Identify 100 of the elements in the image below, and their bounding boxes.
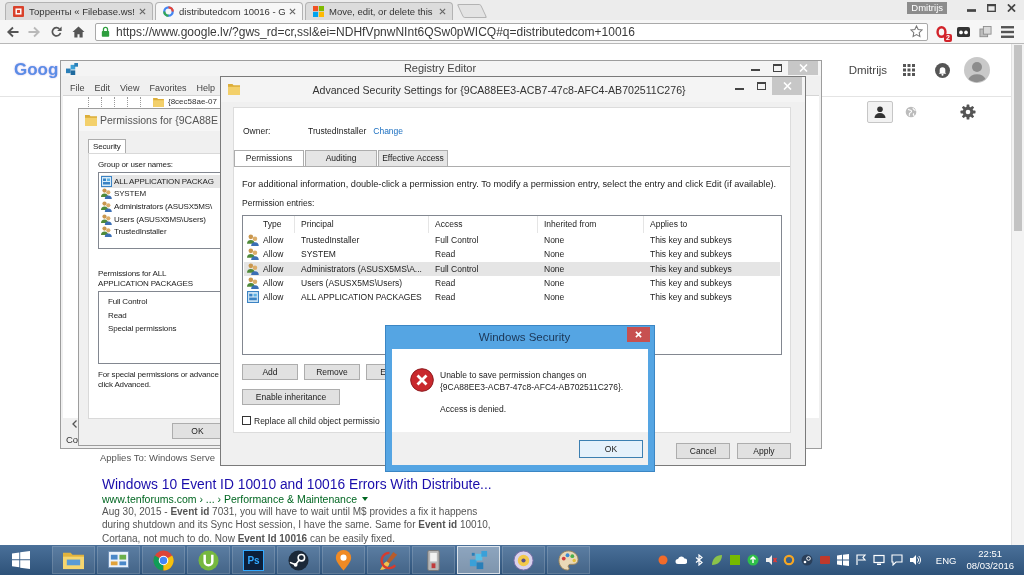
users-icon [101, 226, 112, 238]
segmented-circle-icon [153, 549, 174, 571]
column-header[interactable]: Type [243, 216, 295, 233]
avatar-placeholder[interactable] [964, 57, 990, 83]
table-row[interactable]: Allow Administrators (ASUSX5MS\A... Full Control None This key and subkeys [244, 261, 780, 276]
language-indicator[interactable]: ENG [935, 554, 957, 566]
cloud-icon[interactable] [674, 554, 687, 566]
reload-icon [50, 25, 63, 38]
windows-logo-icon [12, 551, 30, 569]
type-cell-text: Allow [263, 234, 285, 247]
maximize-icon [756, 82, 766, 90]
browser-tab[interactable]: Move, edit, or delete this [305, 2, 453, 20]
dialog-button[interactable]: E [366, 364, 388, 380]
taskbar-button[interactable] [277, 546, 320, 574]
error-icon [410, 368, 434, 392]
list-item[interactable]: Users (ASUSX5MS\Users) [101, 212, 222, 226]
menu-item[interactable]: File [70, 83, 85, 93]
access-cell-text: Full Control [434, 234, 480, 247]
star-icon[interactable] [910, 25, 923, 38]
close-icon[interactable] [439, 8, 446, 15]
upload-icon[interactable] [746, 554, 759, 566]
close-icon[interactable] [139, 8, 146, 15]
tab[interactable]: Auditing [305, 150, 377, 166]
menu-item[interactable]: Favorites [149, 83, 187, 93]
tab[interactable]: Security [88, 139, 126, 153]
users-icon [101, 188, 112, 200]
leaf-icon[interactable] [710, 554, 723, 566]
applies-cell-text: This key and subkeys [649, 262, 732, 276]
column-header[interactable]: Inherited from [538, 216, 644, 233]
taskbar-button[interactable]: Ps [232, 546, 275, 574]
tab[interactable]: Effective Access [378, 150, 448, 166]
speaker-icon[interactable] [764, 554, 777, 566]
account-name[interactable]: Dmitrijs [848, 64, 887, 76]
volume-icon[interactable] [908, 554, 921, 566]
tree-item[interactable]: {8cec58ae-07 [168, 97, 217, 107]
menu-item[interactable]: Edit [94, 83, 111, 93]
inherited-cell-text: None [543, 276, 566, 290]
ok-button[interactable]: OK [579, 439, 643, 458]
permission-name: Full Control [108, 296, 149, 308]
browser-tab[interactable]: Торренты « Filebase.ws! [5, 2, 153, 20]
menu-item[interactable]: View [120, 83, 140, 93]
clock-date[interactable]: 08/03/2016 [966, 560, 1014, 572]
dialog-button[interactable]: Apply [737, 443, 791, 459]
address-bar[interactable]: https://www.google.lv/?gws_rd=cr,ssl&ei=NDHfVpnwNInt6QSw0pWICQ#q=distributedcom+10016 [95, 22, 928, 41]
network-icon[interactable] [872, 554, 885, 566]
applies-cell-text: This key and subkeys [649, 291, 732, 305]
dialog-button[interactable]: Remove [304, 364, 360, 380]
square-logo-icon [13, 6, 24, 17]
type-cell-text: Allow [263, 276, 285, 290]
settings-icon[interactable] [960, 104, 976, 120]
scroll-left-icon[interactable] [72, 420, 77, 428]
table-row[interactable]: Allow ALL APPLICATION PACKAGES Read None This key and subkeys [244, 290, 780, 305]
access-cell-text: Read [434, 248, 457, 262]
table-row[interactable]: Allow SYSTEM Read None This key and subkeys [244, 247, 780, 262]
clock-time[interactable]: 22:51 [978, 548, 1003, 560]
window-title: Advanced Security Settings for {9CA88EE3-ACB7-47c8-AFC4-AB702511C276} [311, 83, 687, 96]
scroll-thumb[interactable] [1014, 45, 1022, 231]
column-header[interactable]: Access [429, 216, 538, 233]
list-item[interactable]: SYSTEM [101, 187, 222, 201]
list-item[interactable]: Administrators (ASUSX5MS\ [101, 200, 222, 213]
dialog-button[interactable]: Add [242, 364, 298, 380]
flag-icon[interactable] [854, 554, 867, 566]
info-text: For additional information, double-click a permission entry. To modify a permission entry, select the entry and click Edit (if available). [242, 179, 777, 190]
bell-icon[interactable] [935, 62, 950, 78]
disc-logo-icon[interactable] [800, 554, 813, 566]
close-button[interactable] [627, 327, 650, 342]
advanced-note: For special permissions or advance click Advanced. [98, 370, 219, 390]
scrollbar[interactable] [1011, 44, 1024, 545]
person-button[interactable] [867, 101, 893, 123]
circle-logo-icon [198, 549, 219, 571]
square-icon[interactable] [728, 554, 741, 566]
grid-icon[interactable] [836, 554, 849, 566]
ring-icon[interactable] [782, 554, 795, 566]
change-link[interactable]: Change [373, 125, 404, 137]
inherited-cell-text: None [543, 248, 566, 262]
close-icon[interactable] [289, 8, 296, 15]
back-icon [6, 25, 19, 38]
browser-tab[interactable]: distributedcom 10016 - G [155, 2, 303, 20]
list-item[interactable]: ALL APPLICATION PACKAG [101, 175, 222, 188]
column-header[interactable]: Principal [295, 216, 429, 233]
caret-icon[interactable] [362, 496, 368, 501]
apps-grid-icon[interactable] [903, 64, 915, 76]
table-row[interactable]: Allow Users (ASUSX5MS\Users) Read None This key and subkeys [244, 275, 780, 291]
column-header[interactable]: Applies to [644, 216, 781, 233]
minimize-icon [734, 88, 744, 90]
result-title-link[interactable]: Windows 10 Event ID 10010 and 10016 Errors With Distribute... [102, 476, 492, 493]
maximize-icon [986, 4, 996, 12]
message-icon[interactable] [890, 554, 903, 566]
ok-button[interactable]: OK [172, 423, 222, 439]
close-icon [798, 64, 808, 72]
dot-icon[interactable] [656, 554, 669, 566]
table-row[interactable]: Allow TrustedInstaller Full Control None This key and subkeys [244, 233, 780, 248]
tab[interactable]: Permissions [234, 150, 304, 166]
dialog-button[interactable]: Cancel [676, 443, 730, 459]
list-item[interactable]: TrustedInstaller [101, 225, 222, 238]
menu-item[interactable]: Help [196, 83, 215, 93]
checkbox[interactable] [242, 416, 251, 425]
enable-inheritance-button[interactable]: Enable inheritance [242, 389, 340, 405]
users-icon [247, 277, 259, 290]
close-icon [635, 331, 642, 338]
